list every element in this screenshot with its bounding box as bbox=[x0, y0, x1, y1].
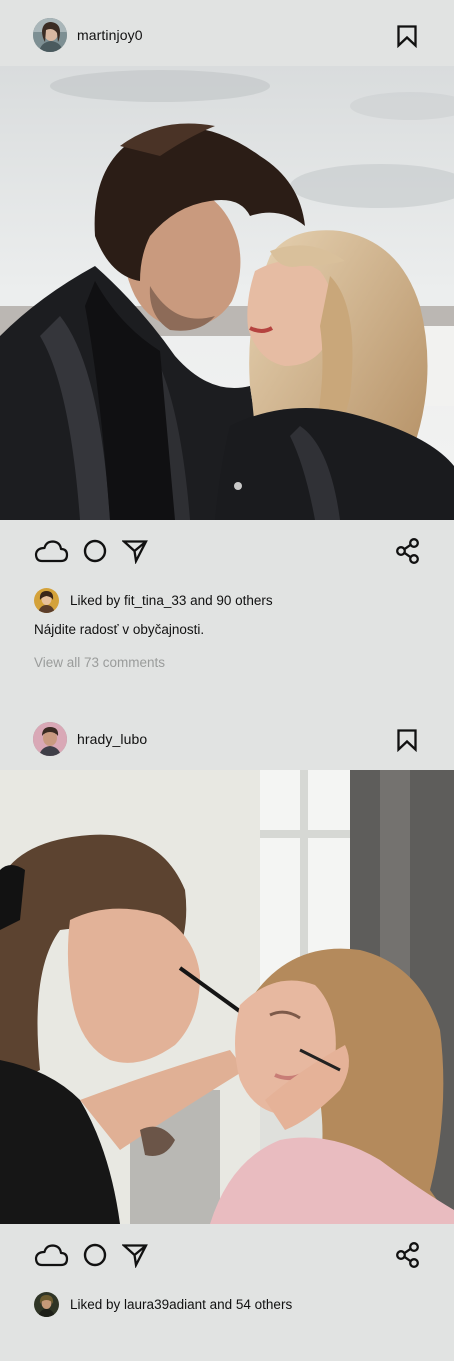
circle-icon[interactable] bbox=[83, 538, 109, 564]
post-caption: Nájdite radosť v obyčajnosti. bbox=[34, 622, 205, 637]
liked-by-prefix: Liked by bbox=[70, 593, 125, 608]
liked-by-prefix: Liked by bbox=[70, 1297, 125, 1312]
cloud-icon[interactable] bbox=[33, 1242, 69, 1268]
post-1: martinjoy0 Liked by fit_tina_33 and 90 o… bbox=[0, 0, 454, 704]
liked-by-user[interactable]: fit_tina_33 bbox=[124, 593, 186, 608]
post-2: hrady_lubo Liked by laura39adiant and 54… bbox=[0, 704, 454, 1361]
liked-by-user[interactable]: laura39adiant bbox=[124, 1297, 206, 1312]
avatar[interactable] bbox=[33, 18, 67, 52]
likes-row: Liked by fit_tina_33 and 90 others bbox=[0, 586, 454, 616]
cloud-icon[interactable] bbox=[33, 538, 69, 564]
likes-text: Liked by fit_tina_33 and 90 others bbox=[70, 593, 273, 609]
post-header: hrady_lubo bbox=[0, 704, 454, 770]
username[interactable]: martinjoy0 bbox=[77, 27, 143, 43]
avatar[interactable] bbox=[33, 722, 67, 756]
post-header: martinjoy0 bbox=[0, 0, 454, 66]
liked-by-suffix: and 54 others bbox=[205, 1297, 293, 1312]
post-actions bbox=[0, 1224, 454, 1284]
share-icon[interactable] bbox=[395, 1242, 421, 1268]
send-arrow-icon[interactable] bbox=[121, 538, 148, 565]
share-icon[interactable] bbox=[395, 538, 421, 564]
send-arrow-icon[interactable] bbox=[121, 1242, 148, 1269]
liked-by-suffix: and 90 others bbox=[186, 593, 273, 608]
post-actions bbox=[0, 520, 454, 580]
username[interactable]: hrady_lubo bbox=[77, 731, 147, 747]
bookmark-icon[interactable] bbox=[395, 24, 419, 49]
likes-row: Liked by laura39adiant and 54 others bbox=[0, 1290, 454, 1320]
liker-avatar[interactable] bbox=[34, 1292, 59, 1317]
circle-icon[interactable] bbox=[83, 1242, 109, 1268]
bookmark-icon[interactable] bbox=[395, 728, 419, 753]
likes-text: Liked by laura39adiant and 54 others bbox=[70, 1297, 292, 1313]
post-photo[interactable] bbox=[0, 770, 454, 1224]
liker-avatar[interactable] bbox=[34, 588, 59, 613]
view-comments-link[interactable]: View all 73 comments bbox=[34, 655, 165, 671]
post-photo[interactable] bbox=[0, 66, 454, 520]
